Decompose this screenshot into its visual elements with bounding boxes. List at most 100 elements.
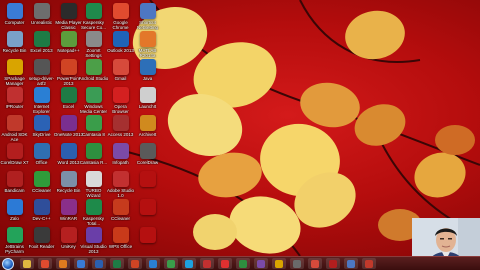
desktop-shortcut[interactable]: Outlook 2013 bbox=[107, 31, 134, 53]
desktop-shortcut[interactable]: Java bbox=[134, 59, 161, 81]
java-icon bbox=[139, 59, 156, 75]
desktop-shortcut[interactable]: Zalo bbox=[1, 199, 28, 221]
taskbar-button[interactable] bbox=[290, 258, 304, 269]
taskbar-folder-icon bbox=[23, 259, 31, 268]
desktop-shortcut[interactable]: CCleaner bbox=[28, 171, 55, 193]
desktop-shortcut[interactable]: Kaspersky Total... bbox=[80, 199, 107, 226]
desktop-shortcut[interactable]: JetBrains PyCharm bbox=[1, 227, 28, 254]
unikey-icon bbox=[60, 227, 77, 243]
desktop-shortcut[interactable]: Unrealistic bbox=[28, 3, 55, 25]
excel-icon bbox=[33, 31, 50, 47]
desktop-shortcut[interactable]: Adobe Studio 1.0 bbox=[107, 171, 134, 198]
desktop-shortcut[interactable] bbox=[134, 199, 161, 216]
desktop-shortcut[interactable] bbox=[134, 171, 161, 188]
desktop-shortcut-label: Excel 2013 bbox=[30, 48, 53, 53]
desktop-shortcut[interactable]: Computer bbox=[1, 3, 28, 25]
vlc-icon bbox=[139, 143, 156, 159]
taskbar-button[interactable] bbox=[92, 258, 106, 269]
desktop-shortcut-label: Windows Media Center bbox=[79, 104, 107, 114]
taskbar-button[interactable] bbox=[110, 258, 124, 269]
desktop-shortcut-label: WPS Office bbox=[108, 244, 133, 249]
desktop-shortcut[interactable]: Recycle Bin bbox=[1, 31, 28, 53]
desktop-shortcut-label: Zalo bbox=[10, 216, 19, 221]
taskbar-powerpoint-icon bbox=[131, 259, 139, 268]
blank-3-icon bbox=[139, 227, 156, 243]
taskbar-button[interactable] bbox=[182, 258, 196, 269]
desktop-shortcut[interactable]: Opera Browser bbox=[107, 87, 134, 114]
taskbar-button[interactable] bbox=[56, 258, 70, 269]
desktop-shortcut-label: JetBrains PyCharm bbox=[5, 244, 24, 254]
desktop-shortcut[interactable]: LaunchIt bbox=[134, 87, 161, 109]
desktop-shortcut[interactable]: WPS Office bbox=[107, 227, 134, 249]
desktop-shortcut[interactable]: Google Chrome bbox=[107, 3, 134, 30]
taskbar-button[interactable] bbox=[326, 258, 340, 269]
desktop-shortcut[interactable]: CorelDraw X7 bbox=[0, 143, 29, 165]
taskbar-skype-icon bbox=[185, 259, 193, 268]
desktop-shortcut[interactable]: Kaspersky Secure Co... bbox=[80, 3, 107, 30]
taskbar-button[interactable] bbox=[272, 258, 286, 269]
taskbar-app8-icon bbox=[365, 259, 373, 268]
word-icon bbox=[60, 143, 77, 159]
reply-icon bbox=[139, 115, 156, 131]
desktop-shortcut-label: TURBO Wizard bbox=[85, 188, 102, 198]
desktop-shortcut[interactable]: setup-driver-a4f2 bbox=[28, 59, 55, 86]
desktop-shortcut[interactable]: Android Studio bbox=[79, 59, 108, 81]
taskbar-button[interactable] bbox=[254, 258, 268, 269]
desktop-shortcut[interactable]: Office bbox=[28, 143, 55, 165]
package-manager-icon bbox=[6, 59, 23, 75]
desktop-shortcut[interactable]: CorelDraw bbox=[134, 143, 161, 165]
desktop-shortcut[interactable]: Android SDK Ace bbox=[1, 115, 28, 142]
taskbar-firefox-icon bbox=[59, 259, 67, 268]
pycharm-icon bbox=[6, 227, 23, 243]
desktop-shortcut[interactable]: SPackage Manager bbox=[1, 59, 28, 86]
desktop-shortcut[interactable]: CCleaner bbox=[107, 199, 134, 221]
taskbar-app-icon bbox=[239, 259, 247, 268]
desktop-shortcut[interactable]: MATLAB R2014a bbox=[134, 31, 161, 58]
desktop-shortcut-label: Kaspersky Total... bbox=[82, 216, 104, 226]
desktop-shortcut[interactable]: TURBO Wizard bbox=[80, 171, 107, 198]
desktop-shortcut[interactable]: Camtasia 8 bbox=[80, 115, 107, 137]
desktop-shortcut[interactable]: ZoomIt Settings bbox=[80, 31, 107, 58]
desktop-shortcut[interactable]: PowerPoint 2013 bbox=[55, 59, 82, 86]
desktop-shortcut[interactable]: Foxit Reader bbox=[28, 227, 55, 249]
taskbar-button[interactable] bbox=[128, 258, 142, 269]
desktop-shortcut[interactable]: Excel 2013 bbox=[28, 31, 55, 53]
taskbar-button[interactable] bbox=[146, 258, 160, 269]
desktop-shortcut-label: ZoomIt Settings bbox=[85, 48, 102, 58]
desktop-shortcut[interactable]: Internet Explorer bbox=[28, 87, 55, 114]
desktop-shortcut[interactable]: IPRouter bbox=[1, 87, 28, 109]
taskbar-button[interactable] bbox=[74, 258, 88, 269]
desktop-shortcut-label: Infopath bbox=[112, 160, 129, 165]
desktop-shortcut-label: CorelDraw X7 bbox=[0, 160, 29, 165]
unknown-icon bbox=[33, 3, 50, 19]
taskbar-button[interactable] bbox=[344, 258, 358, 269]
desktop-shortcut[interactable]: Visual Studio 2013 bbox=[80, 227, 107, 254]
desktop-shortcut[interactable]: Camtasia R... bbox=[80, 143, 107, 165]
desktop-shortcut-label: CCleaner bbox=[110, 216, 130, 221]
skydrive-icon bbox=[33, 115, 50, 131]
taskbar-button[interactable] bbox=[308, 258, 322, 269]
desktop-shortcut[interactable]: ArchiveIt bbox=[134, 115, 161, 137]
desktop-shortcut[interactable] bbox=[134, 227, 161, 244]
taskbar-button[interactable] bbox=[20, 258, 34, 269]
gmail-icon bbox=[112, 59, 129, 75]
taskbar-button[interactable] bbox=[236, 258, 250, 269]
desktop-shortcut[interactable]: Access 2013 bbox=[107, 115, 134, 137]
desktop-shortcut[interactable]: Infopath bbox=[107, 143, 134, 165]
desktop-shortcut-label: SkyDrive bbox=[32, 132, 51, 137]
desktop-shortcut[interactable]: Dev-C++ bbox=[28, 199, 55, 221]
desktop-shortcut[interactable]: Gmail bbox=[107, 59, 134, 81]
desktop-shortcut[interactable]: Windows Media Center bbox=[80, 87, 107, 114]
taskbar-button[interactable] bbox=[38, 258, 52, 269]
start-button[interactable] bbox=[2, 257, 14, 270]
desktop-shortcut[interactable]: Bandicam bbox=[1, 171, 28, 193]
camtasia-icon bbox=[85, 115, 102, 131]
taskbar-button[interactable] bbox=[362, 258, 376, 269]
taskbar-explorer-icon bbox=[149, 259, 157, 268]
taskbar-button[interactable] bbox=[200, 258, 214, 269]
taskbar-button[interactable] bbox=[164, 258, 178, 269]
taskbar-button[interactable] bbox=[218, 258, 232, 269]
desktop-shortcut[interactable]: SkyDrive bbox=[28, 115, 55, 137]
desktop-shortcut[interactable]: Shortcut NetSetting bbox=[134, 3, 161, 30]
notepad-icon bbox=[60, 31, 77, 47]
